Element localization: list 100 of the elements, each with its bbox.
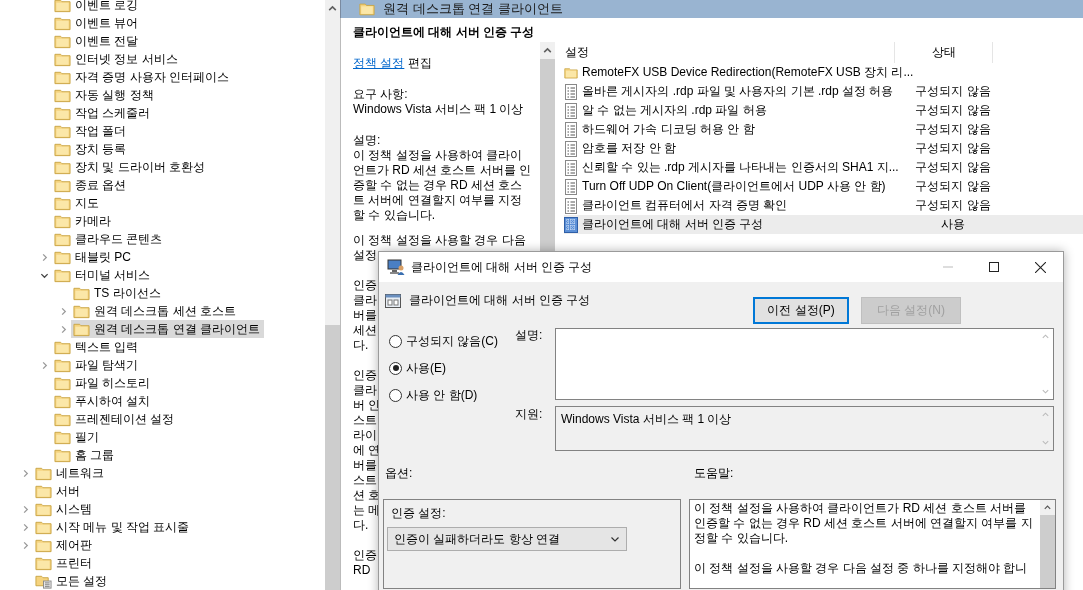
folder-icon — [35, 501, 52, 517]
radio-option[interactable]: 구성되지 않음(C) — [389, 332, 498, 350]
tree-item[interactable]: 원격 데스크톱 세션 호스트 — [71, 302, 240, 320]
folder-icon — [54, 105, 71, 121]
tree-item-label: 장치 및 드라이버 호환성 — [75, 158, 205, 176]
tree-item[interactable]: 네트워크 — [33, 464, 108, 482]
tree-item[interactable]: 터미널 서비스 — [52, 266, 155, 284]
tree-item[interactable]: 이벤트 전달 — [52, 32, 143, 50]
folder-icon — [73, 285, 90, 301]
tree-item[interactable]: 작업 폴더 — [52, 122, 131, 140]
tree-item-label: 텍스트 입력 — [75, 338, 139, 356]
tree-item[interactable]: 인터넷 정보 서비스 — [52, 50, 182, 68]
policy-title: 클라이언트에 대해 서버 인증 구성 — [353, 25, 536, 40]
radio-option[interactable]: 사용(E) — [389, 359, 446, 377]
policy-row[interactable]: 하드웨어 가속 디코딩 허용 안 함 구성되지 않음 — [564, 120, 1083, 139]
support-text: Windows Vista 서비스 팩 1 이상 — [560, 411, 733, 428]
tree-item-label: 카메라 — [75, 212, 111, 230]
description-text: 버를 — [353, 458, 377, 473]
tree-item-label: 프린터 — [56, 554, 92, 572]
folder-icon — [35, 519, 52, 535]
policy-row[interactable]: 알 수 없는 게시자의 .rdp 파일 허용 구성되지 않음 — [564, 101, 1083, 120]
policy-row[interactable]: 신뢰할 수 있는 .rdp 게시자를 나타내는 인증서의 SHA1 지... 구성되지 않음 — [564, 158, 1083, 177]
scroll-down-icon — [1041, 438, 1050, 447]
description-text: 인증 — [353, 548, 377, 563]
scroll-up-icon[interactable] — [1043, 503, 1052, 512]
tree-item[interactable]: 모든 설정 — [33, 572, 112, 590]
folder-icon — [73, 321, 90, 337]
tree-item[interactable]: 작업 스케줄러 — [52, 104, 155, 122]
scroll-thumb[interactable] — [325, 325, 340, 590]
support-label: 지원: — [515, 407, 544, 422]
policy-row[interactable]: Turn Off UDP On Client(클라이언트에서 UDP 사용 안 함) 구성되지 않음 — [564, 177, 1083, 196]
tree-item[interactable]: TS 라이선스 — [71, 284, 165, 302]
tree-item[interactable]: 자동 실행 정책 — [52, 86, 158, 104]
monitor-icon — [387, 259, 405, 275]
tree-item[interactable]: 프린터 — [33, 554, 96, 572]
folder-icon — [54, 69, 71, 85]
previous-setting-button[interactable]: 이전 설정(P) — [753, 297, 849, 324]
description-text: 다. — [353, 338, 369, 353]
folder-icon — [54, 0, 71, 13]
settings-folder-icon — [35, 573, 52, 589]
tree-item[interactable]: 종료 옵션 — [52, 176, 131, 194]
folder-icon — [54, 177, 71, 193]
tree-item[interactable]: 장치 등록 — [52, 140, 131, 158]
tree-item[interactable]: 파일 히스토리 — [52, 374, 155, 392]
setting-icon — [564, 121, 578, 138]
tree-item-label: 모든 설정 — [56, 572, 108, 590]
tree-item[interactable]: 시스템 — [33, 500, 96, 518]
tree-item[interactable]: 파일 탐색기 — [52, 356, 143, 374]
tree-item-label: TS 라이선스 — [94, 284, 161, 302]
policy-state: 사용 — [941, 216, 965, 233]
policy-settings-link[interactable]: 정책 설정 — [353, 56, 405, 70]
policy-row[interactable]: 클라이언트에 대해 서버 인증 구성 사용 — [564, 215, 1083, 234]
tree-item-label: 장치 등록 — [75, 140, 127, 158]
folder-icon — [35, 555, 52, 571]
tree-item[interactable]: 시작 메뉴 및 작업 표시줄 — [33, 518, 194, 536]
column-header[interactable]: 설정 — [555, 42, 895, 63]
tree-item[interactable]: 홈 그룹 — [52, 446, 119, 464]
tree-item[interactable]: 푸시하여 설치 — [52, 392, 155, 410]
description-label: 설명: — [353, 133, 382, 148]
policy-name: 클라이언트에 대해 서버 인증 구성 — [582, 216, 764, 233]
tree-item[interactable]: 텍스트 입력 — [52, 338, 143, 356]
tree-item[interactable]: 프레젠테이션 설정 — [52, 410, 179, 428]
authentication-dropdown[interactable]: 인증이 실패하더라도 항상 연결 — [387, 527, 627, 551]
tree-item[interactable]: 태블릿 PC — [52, 248, 135, 266]
folder-icon — [54, 231, 71, 247]
tree-item-label: 푸시하여 설치 — [75, 392, 151, 410]
comment-field[interactable] — [555, 328, 1054, 400]
tree-item[interactable]: 제어판 — [33, 536, 96, 554]
tree-item[interactable]: 이벤트 로깅 — [52, 0, 143, 14]
tree-item[interactable]: 장치 및 드라이버 호환성 — [52, 158, 209, 176]
setting-icon — [564, 159, 578, 176]
radio-option[interactable]: 사용 안 함(D) — [389, 386, 478, 404]
tree-item[interactable]: 필기 — [52, 428, 103, 446]
tree-item[interactable]: 클라우드 콘텐츠 — [52, 230, 167, 248]
policy-row[interactable]: 암호를 저장 안 함 구성되지 않음 — [564, 139, 1083, 158]
tree-item[interactable]: 서버 — [33, 482, 84, 500]
policy-row[interactable]: 올바른 게시자의 .rdp 파일 및 사용자의 기본 .rdp 설정 허용 구성되지 않음 — [564, 82, 1083, 101]
setting-icon — [564, 197, 578, 214]
folder-icon — [54, 195, 71, 211]
tree-item-label: 종료 옵션 — [75, 176, 127, 194]
scroll-thumb[interactable] — [1040, 515, 1055, 588]
setting-icon — [564, 102, 578, 119]
scrollbar[interactable] — [1040, 500, 1055, 588]
policy-row[interactable]: 클라이언트 컴퓨터에서 자격 증명 확인 구성되지 않음 — [564, 196, 1083, 215]
tree-item-label: 인터넷 정보 서비스 — [75, 50, 178, 68]
policy-row[interactable]: RemoteFX USB Device Redirection(RemoteFX USB 장치 리... — [564, 63, 1083, 82]
scrollbar[interactable] — [325, 0, 340, 590]
policy-name: 신뢰할 수 있는 .rdp 게시자를 나타내는 인증서의 SHA1 지... — [582, 159, 899, 176]
policy-name: 알 수 없는 게시자의 .rdp 파일 허용 — [582, 102, 767, 119]
folder-icon — [54, 87, 71, 103]
tree-item[interactable]: 카메라 — [52, 212, 115, 230]
folder-icon — [54, 33, 71, 49]
tree-item[interactable]: 지도 — [52, 194, 103, 212]
description-text: 라이 — [353, 428, 377, 443]
folder-icon — [35, 537, 52, 553]
folder-icon — [54, 429, 71, 445]
help-text: 이 정책 설정을 사용하여 클라이언트가 RD 세션 호스트 서버를 인증할 수 없는 경우 RD 세션 호스트 서버에 연결할지 여부를 지정할 수 있습니다. — [694, 501, 1034, 546]
column-header[interactable]: 상태 — [895, 42, 993, 63]
description-text: 버 인 — [353, 398, 381, 413]
tree-item[interactable]: 이벤트 뷰어 — [52, 14, 143, 32]
